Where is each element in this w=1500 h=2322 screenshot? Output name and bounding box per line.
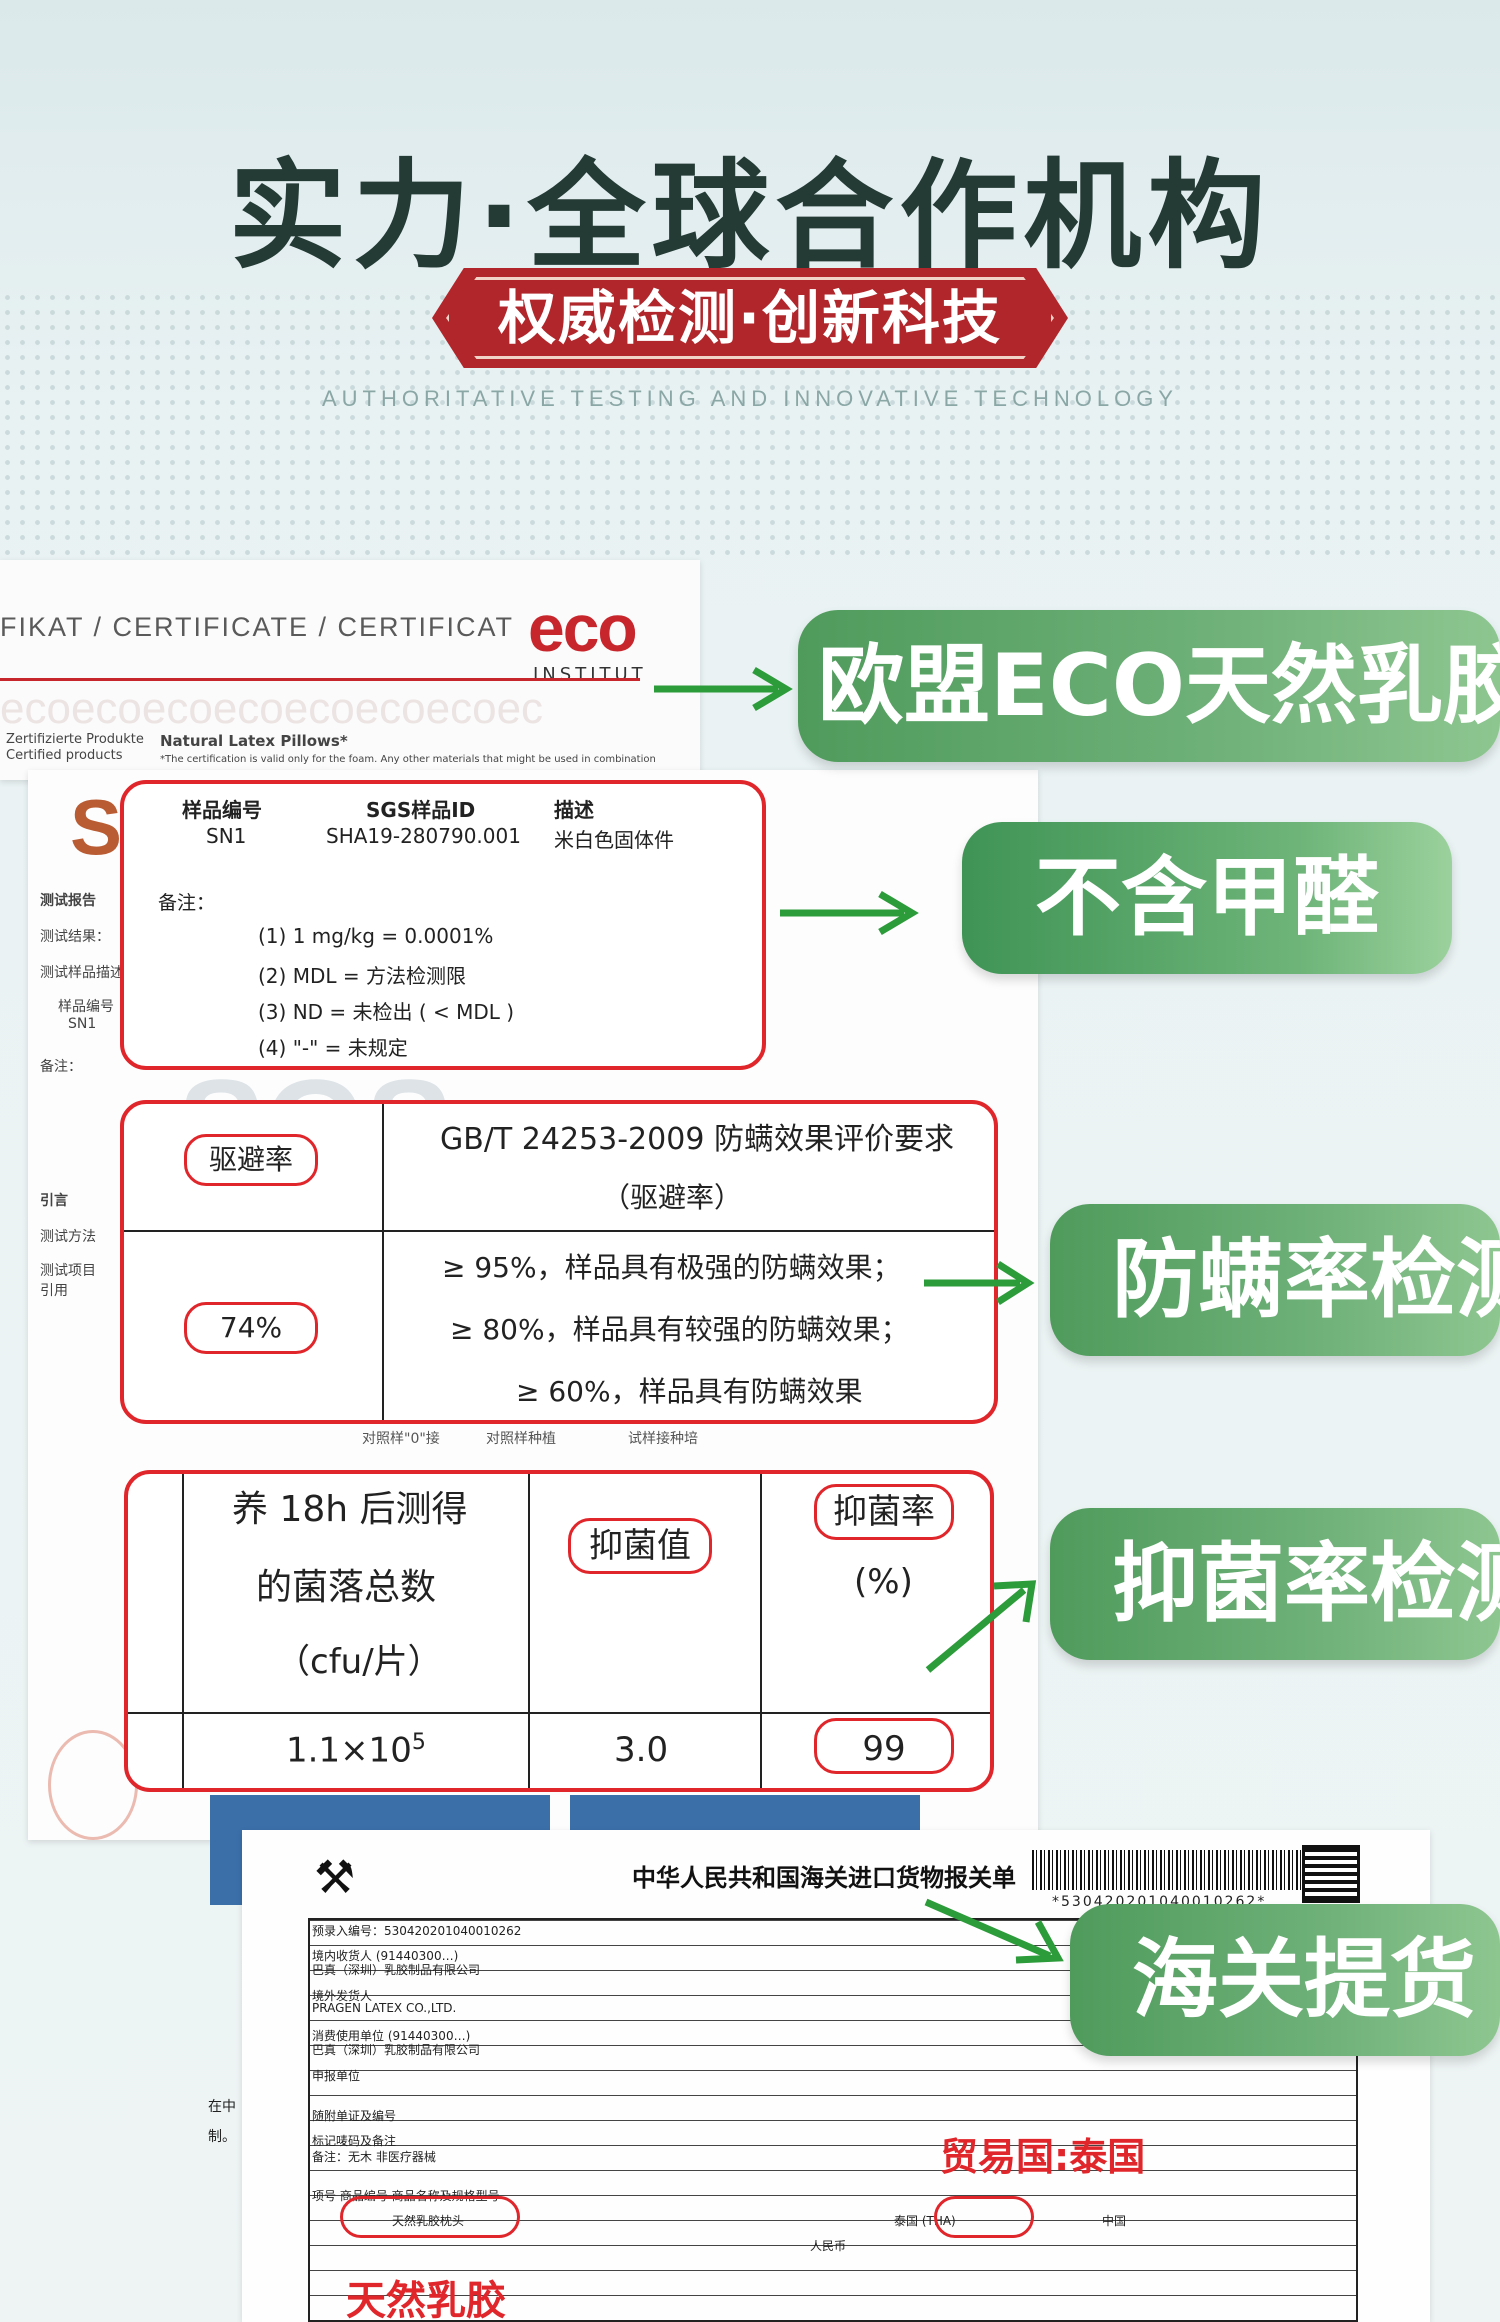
table-divider bbox=[128, 1712, 990, 1714]
fine-print: 巴真（深圳）乳胶制品有限公司 bbox=[312, 2043, 481, 2057]
cell-sgs-id: SHA19-280790.001 bbox=[326, 824, 521, 848]
under-header: 对照样种植 bbox=[486, 1431, 556, 1447]
side-label: 样品编号 bbox=[58, 999, 114, 1015]
inhibition-rate-value: 99 bbox=[814, 1718, 954, 1774]
english-subtitle: AUTHORITATIVE TESTING AND INNOVATIVE TEC… bbox=[322, 386, 1178, 411]
qr-code-icon bbox=[1302, 1845, 1360, 1903]
certificate-note: *The certification is valid only for the… bbox=[160, 754, 656, 765]
inhibition-rate-label: 抑菌率 bbox=[814, 1484, 954, 1540]
antibacterial-result-box: 养 18h 后测得 的菌落总数 （cfu/片） 抑菌值 抑菌率 (%) 1.1×… bbox=[124, 1470, 994, 1792]
inhibition-rate-unit: (%) bbox=[854, 1562, 913, 1602]
eco-logo: eco bbox=[528, 591, 638, 665]
customs-title: 中华人民共和国海关进口货物报关单 bbox=[632, 1864, 1016, 1892]
under-header: 对照样"0"接 bbox=[362, 1431, 440, 1447]
side-text: 在中 bbox=[208, 2099, 236, 2115]
colony-header-3: （cfu/片） bbox=[276, 1642, 442, 1682]
repellent-rate-label: 驱避率 bbox=[184, 1134, 318, 1186]
callout-eco-certification: 欧盟ECO天然乳胶认证 bbox=[798, 610, 1500, 762]
formaldehyde-result-box: 样品编号 SGS样品ID 描述 SN1 SHA19-280790.001 米白色… bbox=[120, 780, 766, 1070]
callout-formaldehyde-free: 不含甲醛 bbox=[962, 822, 1452, 974]
fine-print: PRAGEN LATEX CO.,LTD. bbox=[312, 2001, 457, 2015]
table-divider bbox=[528, 1474, 530, 1788]
callout-antibacterial-test: 抑菌率检测 bbox=[1050, 1508, 1500, 1660]
cell-sample-no: SN1 bbox=[206, 824, 247, 848]
table-divider bbox=[760, 1474, 762, 1788]
under-header: 试样接种培 bbox=[628, 1431, 698, 1447]
side-label: 引用 bbox=[40, 1283, 68, 1299]
side-label: 测试报告 bbox=[40, 893, 96, 909]
arrow-icon bbox=[925, 1580, 1037, 1673]
certified-products-label-en: Certified products bbox=[6, 748, 123, 763]
ribbon-text: 权威检测·创新科技 bbox=[497, 284, 1003, 352]
cell-description: 米白色固体件 bbox=[554, 828, 674, 852]
header-description: 描述 bbox=[554, 798, 594, 822]
barcode-icon bbox=[1032, 1850, 1322, 1890]
inhibition-value-label: 抑菌值 bbox=[568, 1518, 712, 1574]
natural-latex-note: 天然乳胶 bbox=[346, 2278, 506, 2322]
certified-products-label: Zertifizierte Produkte bbox=[6, 732, 144, 747]
colony-header-2: 的菌落总数 bbox=[256, 1567, 437, 1608]
fine-print: 巴真（深圳）乳胶制品有限公司 bbox=[312, 1963, 481, 1977]
arrow-icon bbox=[654, 666, 793, 712]
side-label: SN1 bbox=[68, 1016, 97, 1032]
page-title: 实力·全球合作机构 bbox=[228, 147, 1272, 285]
colony-count-value: 1.1×105 bbox=[286, 1730, 426, 1771]
table-divider bbox=[124, 1230, 994, 1232]
eco-certificate-image: FIKAT / CERTIFICATE / CERTIFICAT eco INS… bbox=[0, 560, 700, 780]
side-label: 备注： bbox=[40, 1059, 82, 1075]
colony-header-1: 养 18h 后测得 bbox=[232, 1489, 468, 1530]
note-2: (2) MDL = 方法检测限 bbox=[258, 964, 466, 988]
table-divider bbox=[382, 1104, 384, 1420]
header-sample-no: 样品编号 bbox=[182, 798, 262, 822]
side-label: 测试方法 bbox=[40, 1229, 96, 1245]
certificate-strip: FIKAT / CERTIFICATE / CERTIFICAT bbox=[0, 612, 515, 642]
side-label: 测试项目 bbox=[40, 1263, 96, 1279]
table-divider bbox=[182, 1474, 184, 1788]
criterion-95: ≥ 95%，样品具有极强的防螨效果； bbox=[442, 1251, 901, 1284]
criterion-80: ≥ 80%，样品具有较强的防螨效果； bbox=[450, 1313, 909, 1346]
standard-subtitle: （驱避率） bbox=[602, 1181, 743, 1214]
fine-print: 人民币 bbox=[810, 2239, 847, 2253]
eco-institut-label: INSTITUT bbox=[533, 664, 647, 685]
trade-country-note: 贸易国:泰国 bbox=[940, 2135, 1146, 2179]
note-4: (4) "-" = 未规定 bbox=[258, 1036, 408, 1060]
arrow-icon bbox=[924, 1898, 1064, 1964]
header-sgs-id: SGS样品ID bbox=[366, 798, 476, 822]
highlight-oval bbox=[340, 2196, 520, 2238]
note-3: (3) ND = 未检出 ( < MDL ) bbox=[258, 1000, 515, 1024]
callout-mite-test: 防螨率检测 bbox=[1050, 1204, 1500, 1356]
arrow-icon bbox=[924, 1261, 1035, 1305]
divider bbox=[0, 678, 640, 681]
side-label: 测试样品描述 bbox=[40, 965, 124, 981]
standard-title: GB/T 24253-2009 防螨效果评价要求 bbox=[440, 1122, 954, 1157]
fine-print: 申报单位 bbox=[312, 2069, 361, 2083]
product-name: Natural Latex Pillows* bbox=[160, 732, 348, 750]
customs-emblem-icon: ⚒ bbox=[314, 1850, 356, 1904]
highlight-oval bbox=[934, 2196, 1034, 2238]
callout-customs-pickup: 海关提货 bbox=[1070, 1904, 1500, 2056]
arrow-icon bbox=[780, 890, 919, 936]
fine-print: 中国 bbox=[1102, 2214, 1127, 2228]
notes-label: 备注： bbox=[158, 892, 216, 914]
eco-watermark: ecoecoecoecoecoecoecoec bbox=[0, 684, 544, 730]
side-label: 测试结果： bbox=[40, 929, 110, 945]
fine-print: 标记唛码及备注 bbox=[312, 2134, 397, 2148]
mite-result-box: 驱避率 74% GB/T 24253-2009 防螨效果评价要求 （驱避率） ≥… bbox=[120, 1100, 998, 1424]
fine-print: 备注：无木 非医疗器械 bbox=[312, 2150, 436, 2164]
criterion-60: ≥ 60%，样品具有防螨效果 bbox=[516, 1375, 863, 1408]
repellent-rate-value: 74% bbox=[184, 1302, 318, 1354]
inhibition-value: 3.0 bbox=[614, 1730, 669, 1770]
side-label: 引言 bbox=[40, 1193, 68, 1209]
note-1: (1) 1 mg/kg = 0.0001% bbox=[258, 924, 494, 948]
fine-print: 预录入编号：530420201040010262 bbox=[312, 1924, 522, 1938]
fine-print: 随附单证及编号 bbox=[312, 2109, 397, 2123]
side-text: 制。 bbox=[208, 2129, 236, 2145]
